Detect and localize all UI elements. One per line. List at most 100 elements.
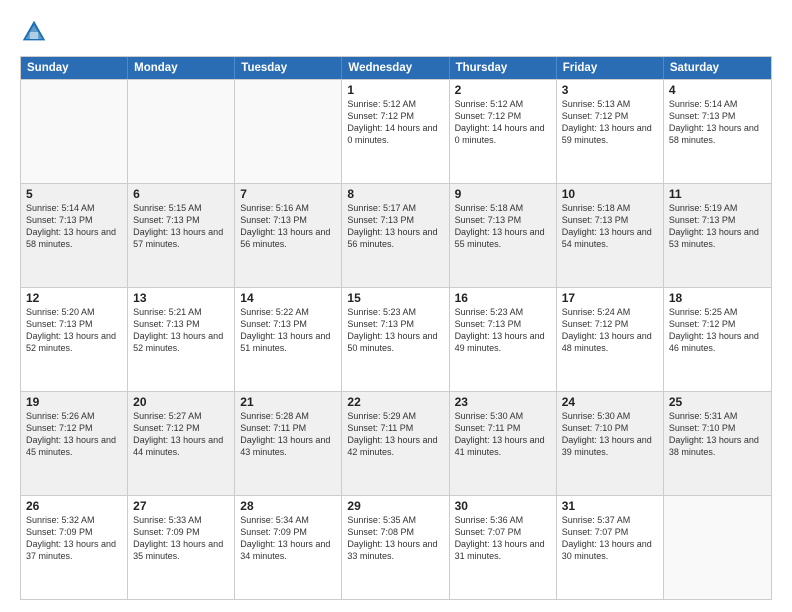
cell-details: Sunrise: 5:19 AMSunset: 7:13 PMDaylight:… <box>669 202 766 251</box>
cell-details: Sunrise: 5:30 AMSunset: 7:10 PMDaylight:… <box>562 410 658 459</box>
calendar-cell: 10Sunrise: 5:18 AMSunset: 7:13 PMDayligh… <box>557 184 664 287</box>
calendar-cell: 24Sunrise: 5:30 AMSunset: 7:10 PMDayligh… <box>557 392 664 495</box>
day-number: 14 <box>240 291 336 305</box>
cell-details: Sunrise: 5:17 AMSunset: 7:13 PMDaylight:… <box>347 202 443 251</box>
cell-details: Sunrise: 5:30 AMSunset: 7:11 PMDaylight:… <box>455 410 551 459</box>
calendar-row-2: 5Sunrise: 5:14 AMSunset: 7:13 PMDaylight… <box>21 183 771 287</box>
calendar-cell: 2Sunrise: 5:12 AMSunset: 7:12 PMDaylight… <box>450 80 557 183</box>
cell-details: Sunrise: 5:32 AMSunset: 7:09 PMDaylight:… <box>26 514 122 563</box>
calendar-row-5: 26Sunrise: 5:32 AMSunset: 7:09 PMDayligh… <box>21 495 771 599</box>
day-number: 12 <box>26 291 122 305</box>
cell-details: Sunrise: 5:31 AMSunset: 7:10 PMDaylight:… <box>669 410 766 459</box>
weekday-header-tuesday: Tuesday <box>235 57 342 79</box>
calendar-row-1: 1Sunrise: 5:12 AMSunset: 7:12 PMDaylight… <box>21 79 771 183</box>
calendar-cell: 18Sunrise: 5:25 AMSunset: 7:12 PMDayligh… <box>664 288 771 391</box>
calendar-cell: 11Sunrise: 5:19 AMSunset: 7:13 PMDayligh… <box>664 184 771 287</box>
cell-details: Sunrise: 5:25 AMSunset: 7:12 PMDaylight:… <box>669 306 766 355</box>
cell-details: Sunrise: 5:37 AMSunset: 7:07 PMDaylight:… <box>562 514 658 563</box>
cell-details: Sunrise: 5:16 AMSunset: 7:13 PMDaylight:… <box>240 202 336 251</box>
day-number: 31 <box>562 499 658 513</box>
day-number: 1 <box>347 83 443 97</box>
calendar-header: SundayMondayTuesdayWednesdayThursdayFrid… <box>21 57 771 79</box>
day-number: 24 <box>562 395 658 409</box>
calendar-cell: 15Sunrise: 5:23 AMSunset: 7:13 PMDayligh… <box>342 288 449 391</box>
calendar-cell: 17Sunrise: 5:24 AMSunset: 7:12 PMDayligh… <box>557 288 664 391</box>
calendar-cell: 23Sunrise: 5:30 AMSunset: 7:11 PMDayligh… <box>450 392 557 495</box>
cell-details: Sunrise: 5:34 AMSunset: 7:09 PMDaylight:… <box>240 514 336 563</box>
day-number: 16 <box>455 291 551 305</box>
calendar-cell: 4Sunrise: 5:14 AMSunset: 7:13 PMDaylight… <box>664 80 771 183</box>
weekday-header-saturday: Saturday <box>664 57 771 79</box>
calendar-cell: 31Sunrise: 5:37 AMSunset: 7:07 PMDayligh… <box>557 496 664 599</box>
day-number: 11 <box>669 187 766 201</box>
calendar-cell: 21Sunrise: 5:28 AMSunset: 7:11 PMDayligh… <box>235 392 342 495</box>
day-number: 7 <box>240 187 336 201</box>
logo-icon <box>20 18 48 46</box>
cell-details: Sunrise: 5:23 AMSunset: 7:13 PMDaylight:… <box>455 306 551 355</box>
day-number: 4 <box>669 83 766 97</box>
cell-details: Sunrise: 5:29 AMSunset: 7:11 PMDaylight:… <box>347 410 443 459</box>
cell-details: Sunrise: 5:22 AMSunset: 7:13 PMDaylight:… <box>240 306 336 355</box>
calendar-row-4: 19Sunrise: 5:26 AMSunset: 7:12 PMDayligh… <box>21 391 771 495</box>
cell-details: Sunrise: 5:15 AMSunset: 7:13 PMDaylight:… <box>133 202 229 251</box>
calendar-cell: 5Sunrise: 5:14 AMSunset: 7:13 PMDaylight… <box>21 184 128 287</box>
calendar-cell: 16Sunrise: 5:23 AMSunset: 7:13 PMDayligh… <box>450 288 557 391</box>
cell-details: Sunrise: 5:21 AMSunset: 7:13 PMDaylight:… <box>133 306 229 355</box>
calendar-cell: 20Sunrise: 5:27 AMSunset: 7:12 PMDayligh… <box>128 392 235 495</box>
day-number: 26 <box>26 499 122 513</box>
cell-details: Sunrise: 5:14 AMSunset: 7:13 PMDaylight:… <box>669 98 766 147</box>
calendar-cell <box>21 80 128 183</box>
calendar-cell: 6Sunrise: 5:15 AMSunset: 7:13 PMDaylight… <box>128 184 235 287</box>
calendar-cell <box>235 80 342 183</box>
cell-details: Sunrise: 5:28 AMSunset: 7:11 PMDaylight:… <box>240 410 336 459</box>
weekday-header-wednesday: Wednesday <box>342 57 449 79</box>
cell-details: Sunrise: 5:14 AMSunset: 7:13 PMDaylight:… <box>26 202 122 251</box>
calendar-cell: 29Sunrise: 5:35 AMSunset: 7:08 PMDayligh… <box>342 496 449 599</box>
day-number: 8 <box>347 187 443 201</box>
weekday-header-monday: Monday <box>128 57 235 79</box>
header <box>20 18 772 46</box>
day-number: 2 <box>455 83 551 97</box>
calendar-cell <box>664 496 771 599</box>
cell-details: Sunrise: 5:20 AMSunset: 7:13 PMDaylight:… <box>26 306 122 355</box>
day-number: 20 <box>133 395 229 409</box>
cell-details: Sunrise: 5:35 AMSunset: 7:08 PMDaylight:… <box>347 514 443 563</box>
cell-details: Sunrise: 5:33 AMSunset: 7:09 PMDaylight:… <box>133 514 229 563</box>
day-number: 6 <box>133 187 229 201</box>
calendar-cell: 12Sunrise: 5:20 AMSunset: 7:13 PMDayligh… <box>21 288 128 391</box>
logo <box>20 18 52 46</box>
calendar-cell: 19Sunrise: 5:26 AMSunset: 7:12 PMDayligh… <box>21 392 128 495</box>
day-number: 23 <box>455 395 551 409</box>
weekday-header-thursday: Thursday <box>450 57 557 79</box>
page: SundayMondayTuesdayWednesdayThursdayFrid… <box>0 0 792 612</box>
calendar-cell: 7Sunrise: 5:16 AMSunset: 7:13 PMDaylight… <box>235 184 342 287</box>
weekday-header-friday: Friday <box>557 57 664 79</box>
day-number: 3 <box>562 83 658 97</box>
cell-details: Sunrise: 5:26 AMSunset: 7:12 PMDaylight:… <box>26 410 122 459</box>
day-number: 27 <box>133 499 229 513</box>
calendar-cell <box>128 80 235 183</box>
cell-details: Sunrise: 5:13 AMSunset: 7:12 PMDaylight:… <box>562 98 658 147</box>
day-number: 21 <box>240 395 336 409</box>
calendar-body: 1Sunrise: 5:12 AMSunset: 7:12 PMDaylight… <box>21 79 771 599</box>
calendar-cell: 13Sunrise: 5:21 AMSunset: 7:13 PMDayligh… <box>128 288 235 391</box>
day-number: 15 <box>347 291 443 305</box>
day-number: 10 <box>562 187 658 201</box>
cell-details: Sunrise: 5:18 AMSunset: 7:13 PMDaylight:… <box>562 202 658 251</box>
day-number: 5 <box>26 187 122 201</box>
cell-details: Sunrise: 5:23 AMSunset: 7:13 PMDaylight:… <box>347 306 443 355</box>
day-number: 28 <box>240 499 336 513</box>
day-number: 19 <box>26 395 122 409</box>
cell-details: Sunrise: 5:24 AMSunset: 7:12 PMDaylight:… <box>562 306 658 355</box>
calendar-cell: 26Sunrise: 5:32 AMSunset: 7:09 PMDayligh… <box>21 496 128 599</box>
calendar-cell: 27Sunrise: 5:33 AMSunset: 7:09 PMDayligh… <box>128 496 235 599</box>
calendar-cell: 25Sunrise: 5:31 AMSunset: 7:10 PMDayligh… <box>664 392 771 495</box>
cell-details: Sunrise: 5:12 AMSunset: 7:12 PMDaylight:… <box>347 98 443 147</box>
cell-details: Sunrise: 5:27 AMSunset: 7:12 PMDaylight:… <box>133 410 229 459</box>
day-number: 29 <box>347 499 443 513</box>
calendar-cell: 14Sunrise: 5:22 AMSunset: 7:13 PMDayligh… <box>235 288 342 391</box>
calendar-cell: 28Sunrise: 5:34 AMSunset: 7:09 PMDayligh… <box>235 496 342 599</box>
calendar: SundayMondayTuesdayWednesdayThursdayFrid… <box>20 56 772 600</box>
calendar-cell: 3Sunrise: 5:13 AMSunset: 7:12 PMDaylight… <box>557 80 664 183</box>
weekday-header-sunday: Sunday <box>21 57 128 79</box>
